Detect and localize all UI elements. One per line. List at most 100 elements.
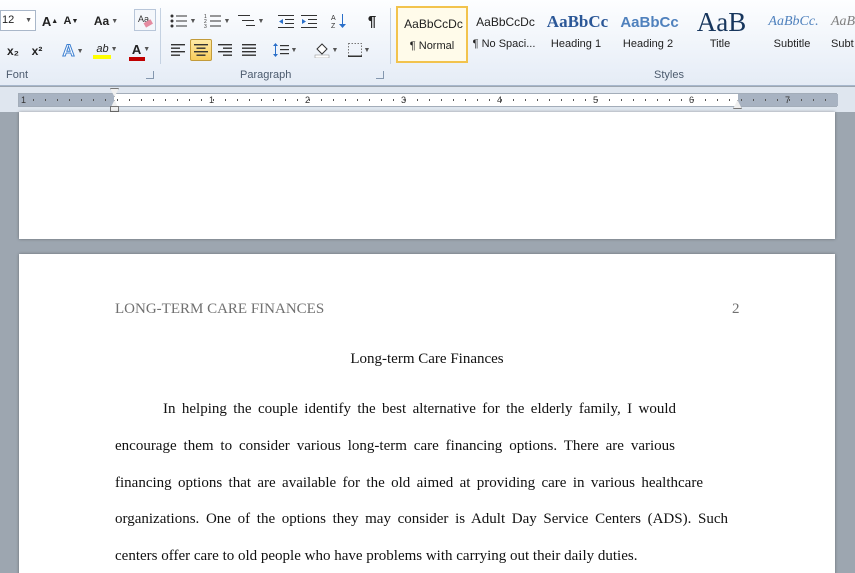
ruler-tick bbox=[825, 99, 826, 101]
line-spacing-button[interactable]: ▼ bbox=[270, 39, 300, 61]
ruler-tick bbox=[261, 99, 262, 101]
ruler-tick bbox=[249, 99, 250, 101]
align-center-button[interactable] bbox=[190, 39, 212, 61]
page-2[interactable]: LONG-TERM CARE FINANCES 2 Long-term Care… bbox=[19, 254, 835, 573]
ruler-tick bbox=[633, 99, 634, 101]
align-right-icon bbox=[218, 44, 232, 56]
borders-button[interactable]: ▼ bbox=[344, 39, 374, 61]
styles-group-label: Styles bbox=[654, 69, 684, 81]
ruler-tick bbox=[297, 99, 298, 101]
ruler-tick bbox=[345, 99, 346, 101]
style-name: ¶ Normal bbox=[409, 40, 455, 52]
align-right-button[interactable] bbox=[214, 39, 236, 61]
ruler-tick bbox=[273, 99, 274, 101]
justify-button[interactable] bbox=[238, 39, 260, 61]
ruler-tick bbox=[609, 99, 610, 101]
body-line: In helping the couple identify the best … bbox=[163, 401, 676, 417]
ruler-tick bbox=[801, 99, 802, 101]
ruler-tick bbox=[405, 99, 406, 101]
align-left-button[interactable] bbox=[167, 39, 189, 61]
sort-icon: AZ bbox=[331, 14, 346, 29]
style-heading-2[interactable]: AaBbCc Heading 2 bbox=[612, 6, 684, 63]
font-color-button[interactable]: A ▼ bbox=[126, 40, 156, 62]
pilcrow-icon: ¶ bbox=[367, 12, 377, 30]
page-previous[interactable] bbox=[19, 112, 835, 239]
font-size-box[interactable]: 12 ▼ bbox=[0, 10, 36, 31]
grow-font-button[interactable]: A ▲ bbox=[40, 10, 60, 32]
ruler-tick bbox=[369, 99, 370, 101]
justify-icon bbox=[242, 44, 256, 56]
svg-text:A: A bbox=[331, 15, 336, 22]
subscript-icon: x₂ bbox=[6, 44, 19, 58]
style-preview: AaB bbox=[696, 6, 747, 37]
show-marks-button[interactable]: ¶ bbox=[362, 10, 382, 32]
text-effects-button[interactable]: A ▼ bbox=[58, 40, 88, 62]
subscript-button[interactable]: x₂ bbox=[3, 40, 23, 62]
style-preview: AaBbCc bbox=[546, 12, 609, 31]
ruler-tick bbox=[573, 99, 574, 101]
clear-formatting-button[interactable]: Aa bbox=[134, 9, 156, 31]
ruler-number: 1 bbox=[21, 95, 27, 105]
ruler-tick bbox=[693, 99, 694, 101]
ruler-tick bbox=[717, 99, 718, 101]
highlight-button[interactable]: ab ▼ bbox=[90, 40, 124, 62]
style-no-spacing[interactable]: AaBbCcDc ¶ No Spaci... bbox=[468, 6, 540, 63]
font-dialog-launcher-icon[interactable] bbox=[146, 71, 154, 79]
numbering-button[interactable]: 1 2 3 ▼ bbox=[201, 10, 233, 32]
ruler-tick bbox=[777, 99, 778, 101]
align-center-icon bbox=[194, 44, 208, 56]
borders-icon bbox=[347, 43, 362, 57]
ribbon: 12 ▼ A ▲ A ▼ Aa ▼ Aa x₂ x² A ▼ ab ▼ A ▼ Font ▼ bbox=[0, 0, 855, 86]
decrease-indent-button[interactable] bbox=[275, 10, 297, 32]
style-preview: AaBbCc bbox=[620, 13, 679, 31]
ruler-tick bbox=[501, 99, 502, 101]
ruler-tick bbox=[237, 99, 238, 101]
ruler-tick bbox=[621, 99, 622, 101]
style-subtitle[interactable]: AaBbCc. Subtitle bbox=[756, 6, 828, 63]
ruler-tick bbox=[57, 99, 58, 101]
ruler-tick bbox=[513, 99, 514, 101]
ruler-tick bbox=[561, 99, 562, 101]
style-heading-1[interactable]: AaBbCc Heading 1 bbox=[540, 6, 612, 63]
ruler-tick bbox=[741, 99, 742, 101]
horizontal-ruler[interactable]: 1 1 2 3 4 5 6 7 bbox=[18, 88, 838, 109]
bullets-button[interactable]: ▼ bbox=[167, 10, 199, 32]
style-preview: AaBbCcDc bbox=[404, 17, 463, 31]
ruler-tick bbox=[669, 99, 670, 101]
ruler-tick bbox=[465, 99, 466, 101]
ruler-tick bbox=[753, 99, 754, 101]
ruler-tick bbox=[201, 99, 202, 101]
change-case-button[interactable]: Aa ▼ bbox=[92, 10, 120, 32]
style-name: Heading 2 bbox=[622, 38, 674, 50]
ruler-tick bbox=[525, 99, 526, 101]
ruler-tick bbox=[681, 99, 682, 101]
style-subtle-emphasis[interactable]: AaB Subt bbox=[828, 6, 855, 63]
highlight-icon: ab bbox=[96, 43, 109, 55]
separator bbox=[160, 8, 161, 64]
decrease-indent-icon bbox=[278, 15, 294, 28]
shading-button[interactable]: ▼ bbox=[310, 39, 342, 61]
ruler-tick bbox=[549, 99, 550, 101]
sort-button[interactable]: AZ bbox=[328, 10, 350, 32]
ruler-tick bbox=[309, 99, 310, 101]
superscript-icon: x² bbox=[31, 44, 43, 58]
style-title[interactable]: AaB Title bbox=[684, 6, 756, 63]
style-preview: AaBbCc. bbox=[768, 14, 819, 29]
increase-indent-icon bbox=[301, 15, 317, 28]
style-name: Subtitle bbox=[773, 38, 811, 50]
superscript-button[interactable]: x² bbox=[27, 40, 47, 62]
svg-text:3: 3 bbox=[204, 24, 207, 28]
style-normal[interactable]: AaBbCcDc ¶ Normal bbox=[396, 6, 468, 63]
svg-text:Z: Z bbox=[331, 23, 336, 29]
increase-indent-button[interactable] bbox=[298, 10, 320, 32]
paragraph-dialog-launcher-icon[interactable] bbox=[376, 71, 384, 79]
font-size-value: 12 bbox=[2, 14, 15, 26]
running-head: LONG-TERM CARE FINANCES bbox=[115, 301, 325, 317]
shrink-font-button[interactable]: A ▼ bbox=[62, 10, 80, 32]
ruler-tick bbox=[489, 99, 490, 101]
paragraph-group-label: Paragraph bbox=[240, 69, 292, 81]
ruler-tick bbox=[789, 99, 790, 101]
ruler-tick bbox=[453, 99, 454, 101]
highlight-color-bar bbox=[93, 55, 111, 59]
multilevel-list-button[interactable]: ▼ bbox=[235, 10, 267, 32]
